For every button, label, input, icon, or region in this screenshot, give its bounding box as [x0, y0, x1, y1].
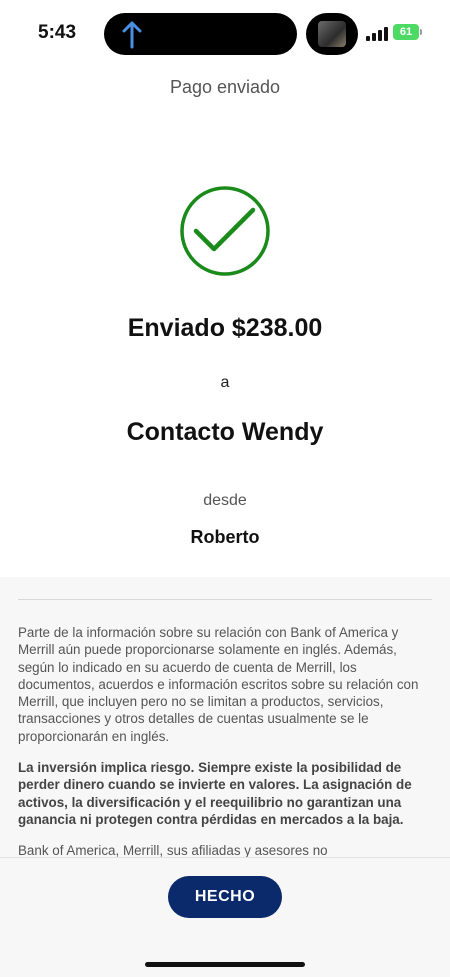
battery-tip	[420, 29, 422, 35]
battery-icon: 61	[393, 24, 419, 40]
sent-amount: Enviado $238.00	[127, 314, 323, 342]
recipient-name: Contacto Wendy	[126, 418, 324, 446]
home-indicator[interactable]	[145, 962, 305, 967]
from-label: desde	[203, 492, 247, 509]
status-bar: 5:43 61	[0, 0, 450, 66]
to-label: a	[220, 374, 230, 391]
page-title: Pago enviado	[169, 77, 281, 97]
dynamic-island[interactable]	[104, 13, 297, 55]
disclosure-paragraph-affiliates: Bank of America, Merrill, sus afiliadas …	[18, 843, 328, 857]
album-thumbnail	[318, 21, 346, 47]
divider	[18, 599, 432, 600]
disclosure-text: Parte de la información sobre su relació…	[18, 624, 432, 857]
footer: HECHO	[0, 857, 450, 977]
disclosure-section[interactable]: Parte de la información sobre su relació…	[0, 577, 450, 857]
checkmark-circle-icon	[180, 186, 270, 276]
sender-name: Roberto	[190, 527, 260, 547]
signal-icon	[366, 25, 388, 41]
done-button[interactable]: HECHO	[168, 876, 282, 918]
status-time: 5:43	[38, 22, 77, 43]
upload-arrow-icon	[122, 21, 142, 49]
now-playing-pill[interactable]	[306, 13, 358, 55]
disclosure-paragraph-language: Parte de la información sobre su relació…	[18, 625, 419, 744]
disclosure-paragraph-risk: La inversión implica riesgo. Siempre exi…	[18, 760, 412, 827]
